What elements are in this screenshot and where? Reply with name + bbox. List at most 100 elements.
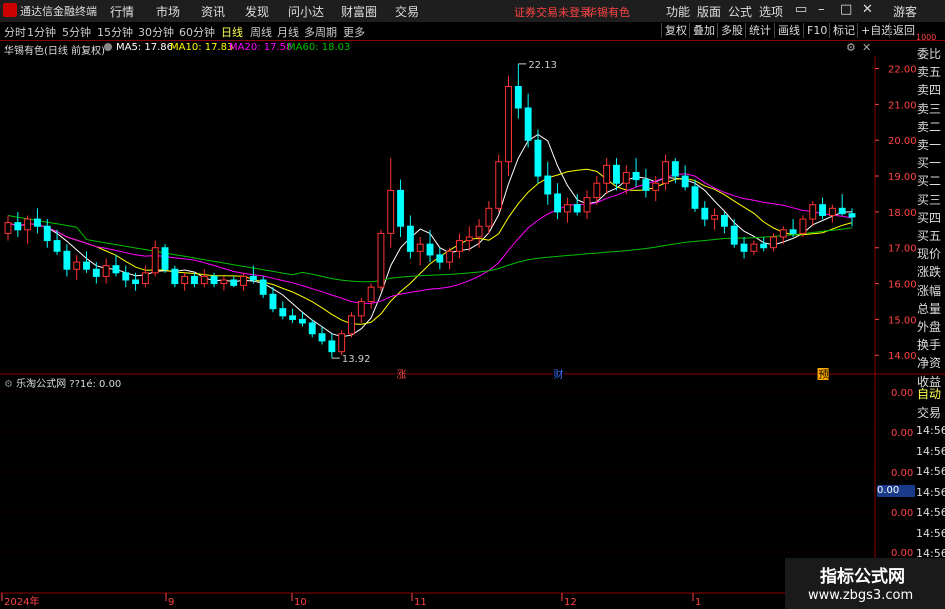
menu-market[interactable]: 市场 [156,3,180,20]
back-button[interactable]: 返回 [889,23,918,38]
indicator-title-row: ⚙ 乐淘公式网 ??1é: 0.00 [4,375,121,390]
settings-icon[interactable]: ⚙ [846,41,856,54]
candle-body [4,222,12,234]
candle-body [357,300,365,317]
menu-ask[interactable]: 问小达 [288,3,324,20]
menu-formula[interactable]: 公式 [728,3,752,20]
tf-intraday[interactable]: 分时 [4,24,26,40]
candle-body [24,218,32,231]
tf-60min[interactable]: 60分钟 [179,24,215,40]
multi-stock-button[interactable]: 多股 [717,23,746,38]
guest-label[interactable]: 游客 [893,3,917,20]
quote-label: 卖三 [917,101,942,116]
x-tick-label: 12 [564,597,577,608]
menu-discover[interactable]: 发现 [245,3,269,20]
tf-more[interactable]: 更多 [343,24,365,40]
trade-label[interactable]: 交易 [917,404,945,421]
tick-time: 14:56 [916,424,945,437]
event-marker: 预 [819,369,829,381]
candle-body [760,243,768,249]
tf-monthly[interactable]: 月线 [277,24,299,40]
candle-body [269,293,277,310]
candle-body [524,107,532,141]
candle-body [848,213,856,218]
candle-body [220,279,228,285]
tf-multi[interactable]: 多周期 [304,24,337,40]
ma10-label: MA10: 17.83 [170,42,234,53]
y-tick-label: 15.00 [888,315,917,326]
candle-body [554,193,562,213]
quote-label: 买二 [917,174,942,189]
close-chart-icon[interactable]: ✕ [862,41,871,54]
candle-body [43,225,51,242]
candle-body [279,308,287,317]
menu-options[interactable]: 选项 [759,3,783,20]
candle-body [583,197,591,213]
quote-label: 委比 [917,47,942,61]
candle-body [406,225,414,252]
candle-body [92,268,100,277]
candle-body [652,182,660,191]
candle-body [73,261,81,270]
candle-body [367,286,375,302]
tf-weekly[interactable]: 周线 [250,24,272,40]
candle-body [112,265,120,274]
menu-quotes[interactable]: 行情 [110,3,134,20]
menu-layout[interactable]: 版面 [697,3,721,20]
tf-5min[interactable]: 5分钟 [62,24,91,40]
tf-1min[interactable]: 1分钟 [27,24,56,40]
candle-body [740,243,748,252]
candle-body [53,240,61,252]
candle-body [593,182,601,199]
draw-button[interactable]: 画线 [774,23,803,38]
candle-body [348,315,355,335]
candle-body [671,161,679,177]
tf-15min[interactable]: 15分钟 [97,24,133,40]
quote-label: 买三 [917,192,942,207]
candle-body [691,186,699,209]
candlestick-chart[interactable]: 22.00 21.00 20.00 19.00 18.00 17.00 16.00 15.00… [0,56,945,609]
candle-body [475,225,483,238]
y-tick-label: 17.00 [888,244,917,255]
event-marker: 财 [554,368,564,381]
candle-body [544,175,552,195]
indicator-title: 乐淘公式网 [16,379,67,390]
maximize-icon[interactable]: □ [840,2,852,17]
candle-body [436,254,444,263]
y-tick-label: 22.00 [888,65,917,76]
candle-body [563,204,571,213]
candle-body [210,275,218,285]
overlay-button[interactable]: 叠加 [689,23,718,38]
stats-button[interactable]: 统计 [745,23,774,38]
f10-button[interactable]: F10 [803,23,830,38]
watermark-title: 指标公式网 [820,567,905,587]
candle-body [613,164,620,184]
close-icon[interactable]: ✕ [862,2,873,17]
menu-trade[interactable]: 交易 [395,3,419,20]
menu-function[interactable]: 功能 [666,3,690,20]
menu-wealth[interactable]: 财富圈 [341,3,377,20]
tf-daily[interactable]: 日线 [221,24,243,40]
candle-body [377,232,385,288]
y-tick-label: 20.00 [888,136,917,147]
settings-dot-icon[interactable] [104,43,112,51]
minimize-icon[interactable]: – [818,2,825,17]
candle-body [642,179,650,191]
candle-body [200,275,208,285]
candle-body [465,236,473,242]
adjust-button[interactable]: 复权 [661,23,690,38]
candle-body [328,340,336,353]
candle-body [181,275,189,285]
x-tick-label: 2024年 [4,595,39,608]
mark-button[interactable]: 标记 [829,23,858,38]
candle-body [603,164,611,184]
menu-news[interactable]: 资讯 [201,3,225,20]
restore-icon[interactable]: ▭ [795,2,807,17]
candle-body [249,275,257,281]
indicator-settings-icon[interactable]: ⚙ [4,379,13,390]
tf-30min[interactable]: 30分钟 [138,24,174,40]
candle-body [789,229,797,234]
candle-body [770,236,777,249]
auto-label[interactable]: 自动 [917,385,945,402]
watermark-url: www.zbgs3.com [808,588,914,603]
